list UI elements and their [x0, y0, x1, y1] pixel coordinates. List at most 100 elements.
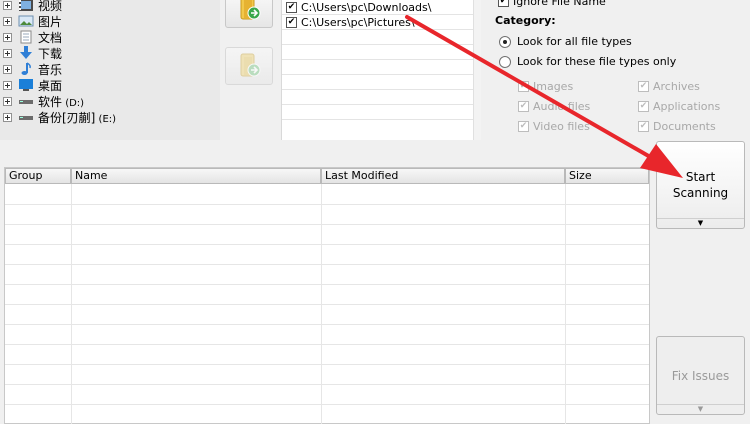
table-column-divider	[71, 184, 72, 424]
drive-icon	[18, 110, 34, 124]
table-row	[5, 264, 649, 265]
desktop-icon	[18, 78, 34, 92]
look-all-label: Look for all file types	[517, 35, 632, 48]
column-header-last-modified[interactable]: Last Modified	[321, 168, 565, 184]
tree-item-videos[interactable]: 视频	[3, 0, 62, 13]
table-header: Group Name Last Modified Size	[5, 168, 649, 184]
type-applications-checkbox[interactable]: ✔	[638, 101, 649, 112]
tree-item-music[interactable]: 音乐	[3, 61, 62, 77]
folder-add-icon	[235, 0, 263, 25]
type-audio-option[interactable]: ✔ Audio files	[518, 100, 590, 113]
table-row	[5, 344, 649, 345]
table-row	[5, 244, 649, 245]
type-documents-checkbox[interactable]: ✔	[638, 121, 649, 132]
type-archives-option[interactable]: ✔ Archives	[638, 80, 700, 93]
type-video-checkbox[interactable]: ✔	[518, 121, 529, 132]
table-row	[5, 364, 649, 365]
folder-row-empty	[282, 90, 481, 105]
fix-issues-button[interactable]: Fix Issues ▼	[656, 336, 745, 415]
expand-icon[interactable]	[3, 32, 12, 42]
look-all-radio-option[interactable]: Look for all file types	[499, 35, 632, 48]
table-column-divider	[321, 184, 322, 424]
expand-icon[interactable]	[3, 64, 12, 74]
type-images-label: Images	[533, 80, 574, 93]
tree-item-drive-d[interactable]: 软件 (D:)	[3, 93, 84, 109]
folder-list-scrollbar[interactable]	[473, 0, 481, 140]
look-all-radio[interactable]	[499, 35, 511, 48]
type-video-option[interactable]: ✔ Video files	[518, 120, 590, 133]
table-row	[5, 224, 649, 225]
column-header-size[interactable]: Size	[565, 168, 649, 184]
table-row	[5, 204, 649, 205]
tree-item-documents[interactable]: 文档	[3, 29, 62, 45]
type-documents-option[interactable]: ✔ Documents	[638, 120, 716, 133]
video-folder-icon	[18, 0, 34, 12]
ignore-file-name-checkbox[interactable]: ✔	[498, 0, 509, 7]
expand-icon[interactable]	[3, 0, 12, 10]
folder-checkbox[interactable]: ✔	[286, 16, 297, 28]
expand-icon[interactable]	[3, 112, 12, 122]
results-table[interactable]: Group Name Last Modified Size	[4, 167, 650, 424]
expand-icon[interactable]	[3, 96, 12, 106]
fix-issues-dropdown[interactable]: ▼	[657, 404, 744, 414]
table-row	[5, 404, 649, 405]
drive-icon	[18, 94, 34, 108]
type-video-label: Video files	[533, 120, 590, 133]
table-row	[5, 304, 649, 305]
folder-remove-icon	[235, 51, 263, 82]
type-applications-label: Applications	[653, 100, 721, 113]
add-folder-button[interactable]	[225, 0, 273, 28]
table-row	[5, 324, 649, 325]
type-audio-checkbox[interactable]: ✔	[518, 101, 529, 112]
folder-path: C:\Users\pc\Pictures\	[301, 15, 415, 29]
tree-item-label: 音乐	[38, 62, 63, 77]
table-column-divider	[565, 184, 566, 424]
look-these-radio[interactable]	[499, 55, 511, 68]
download-arrow-icon	[18, 46, 34, 60]
tree-item-pictures[interactable]: 图片	[3, 13, 62, 29]
tree-item-downloads[interactable]: 下载	[3, 45, 62, 61]
pictures-folder-icon	[18, 14, 34, 28]
folder-row-downloads[interactable]: ✔ C:\Users\pc\Downloads\	[282, 0, 481, 15]
type-archives-label: Archives	[653, 80, 700, 93]
remove-folder-button[interactable]	[225, 47, 273, 85]
type-archives-checkbox[interactable]: ✔	[638, 81, 649, 92]
start-scanning-button[interactable]: Start Scanning ▼	[656, 141, 745, 229]
folder-tree: 视频 图片 文档 下载 音乐 桌面 软件 (D:) 备份[刃蒯] (E:)	[0, 0, 220, 140]
ignore-file-name-option[interactable]: ✔ Ignore File Name	[498, 0, 606, 8]
ignore-file-name-label: Ignore File Name	[513, 0, 606, 8]
column-header-group[interactable]: Group	[5, 168, 71, 184]
tree-item-label: 桌面	[38, 78, 63, 93]
expand-icon[interactable]	[3, 48, 12, 58]
expand-icon[interactable]	[3, 16, 12, 26]
table-row	[5, 384, 649, 385]
folder-list[interactable]: ✔ C:\Users\pc\Downloads\ ✔ C:\Users\pc\P…	[281, 0, 481, 140]
tree-item-label: 文档	[38, 30, 63, 45]
folder-row-empty	[282, 30, 481, 45]
start-scanning-label-line1: Start	[685, 170, 716, 184]
look-these-label: Look for these file types only	[517, 55, 677, 68]
folder-row-empty	[282, 60, 481, 75]
start-scanning-label-line2: Scanning	[672, 186, 729, 200]
tree-item-label: 视频	[38, 0, 63, 13]
column-header-name[interactable]: Name	[71, 168, 321, 184]
documents-folder-icon	[18, 30, 34, 44]
type-audio-label: Audio files	[533, 100, 591, 113]
dropdown-arrow-icon: ▼	[697, 405, 704, 413]
start-scanning-dropdown[interactable]: ▼	[657, 218, 744, 228]
expand-icon[interactable]	[3, 80, 12, 90]
folder-row-empty	[282, 105, 481, 120]
type-images-option[interactable]: ✔ Images	[518, 80, 573, 93]
type-applications-option[interactable]: ✔ Applications	[638, 100, 720, 113]
folder-row-empty	[282, 45, 481, 60]
tree-item-drive-e[interactable]: 备份[刃蒯] (E:)	[3, 109, 116, 125]
type-images-checkbox[interactable]: ✔	[518, 81, 529, 92]
folder-row-empty	[282, 75, 481, 90]
tree-item-label: 图片	[38, 14, 63, 29]
folder-checkbox[interactable]: ✔	[286, 1, 297, 13]
category-title: Category:	[495, 14, 556, 27]
folder-row-pictures[interactable]: ✔ C:\Users\pc\Pictures\	[282, 15, 481, 30]
table-row	[5, 284, 649, 285]
tree-item-desktop[interactable]: 桌面	[3, 77, 62, 93]
look-these-radio-option[interactable]: Look for these file types only	[499, 55, 676, 68]
